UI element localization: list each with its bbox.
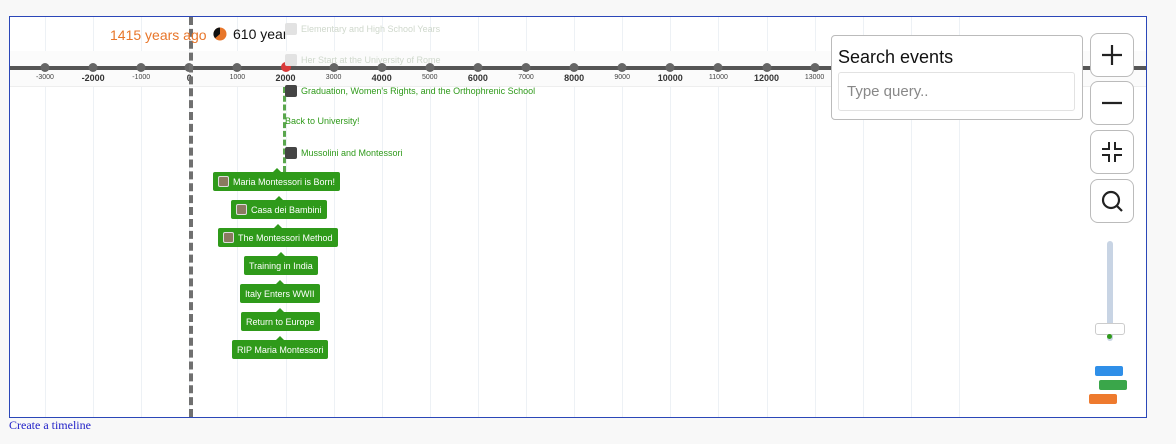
search-icon xyxy=(1101,190,1123,212)
axis-tick xyxy=(521,63,531,72)
event-graduation[interactable]: Graduation, Women's Rights, and the Orth… xyxy=(285,85,535,97)
axis-tick-label: 11000 xyxy=(708,74,728,81)
zoom-slider-indicator xyxy=(1107,334,1112,339)
axis-tick xyxy=(232,63,242,72)
event-elementary-school[interactable]: Elementary and High School Years xyxy=(285,23,440,35)
event-label: Back to University! xyxy=(285,116,360,126)
event-card-label: Return to Europe xyxy=(246,316,315,327)
axis-tick xyxy=(473,63,483,72)
event-thumbnail xyxy=(285,23,297,35)
axis-tick-label: 2000 xyxy=(275,73,296,83)
event-label: Elementary and High School Years xyxy=(301,24,441,34)
event-card-label: Casa dei Bambini xyxy=(251,204,322,215)
axis-tick-label: -2000 xyxy=(81,73,105,83)
event-university-rome[interactable]: Her Start at the University of Rome xyxy=(285,54,441,66)
event-card-label: Training in India xyxy=(249,260,313,271)
axis-tick xyxy=(617,63,627,72)
event-card-label: Italy Enters WWII xyxy=(245,288,315,299)
axis-tick-label: -3000 xyxy=(36,74,54,81)
event-label: Her Start at the University of Rome xyxy=(301,55,441,65)
event-card-rip[interactable]: RIP Maria Montessori xyxy=(232,340,329,359)
axis-tick xyxy=(136,63,146,72)
axis-tick-label: 10000 xyxy=(657,73,683,83)
minus-icon xyxy=(1102,101,1122,105)
event-thumbnail xyxy=(285,147,297,159)
axis-tick-label: 4000 xyxy=(371,73,392,83)
create-timeline-link[interactable]: Create a timeline xyxy=(9,418,91,433)
collapse-icon xyxy=(1102,142,1122,162)
axis-tick-label: 9000 xyxy=(614,74,630,81)
search-panel: Search events xyxy=(831,35,1083,120)
axis-tick-label: 5000 xyxy=(422,74,438,81)
search-toggle-button[interactable] xyxy=(1090,179,1134,223)
axis-tick xyxy=(762,63,771,72)
legend-bar xyxy=(1095,366,1123,376)
event-card-casa-dei-bambini[interactable]: Casa dei Bambini xyxy=(231,200,327,219)
legend-bar xyxy=(1099,380,1127,390)
event-card-label: The Montessori Method xyxy=(238,232,333,243)
event-card-montessori-method[interactable]: The Montessori Method xyxy=(218,228,338,247)
plus-icon xyxy=(1102,45,1122,65)
elapsed-duration-label: 610 year xyxy=(233,26,288,42)
zoom-in-button[interactable] xyxy=(1090,33,1134,77)
axis-tick-label: 12000 xyxy=(753,73,780,83)
event-card-label: RIP Maria Montessori xyxy=(237,344,324,355)
cursor-line[interactable] xyxy=(189,17,193,417)
event-card-born[interactable]: Maria Montessori is Born! xyxy=(213,172,341,191)
event-thumbnail xyxy=(285,54,297,66)
cursor-years-ago-label: 1415 years ago xyxy=(110,27,207,43)
axis-tick xyxy=(569,63,579,72)
axis-tick-label: 8000 xyxy=(564,73,585,83)
event-mussolini[interactable]: Mussolini and Montessori xyxy=(285,147,403,159)
pie-clock-icon xyxy=(213,27,227,41)
event-thumbnail xyxy=(218,176,229,187)
event-label: Mussolini and Montessori xyxy=(301,148,403,158)
search-input[interactable] xyxy=(838,72,1075,111)
event-card-return-europe[interactable]: Return to Europe xyxy=(241,312,320,331)
axis-tick xyxy=(88,63,98,72)
axis-tick-label: -1000 xyxy=(132,74,151,81)
axis-tick xyxy=(713,63,723,72)
fit-view-button[interactable] xyxy=(1090,130,1134,174)
event-card-label: Maria Montessori is Born! xyxy=(233,176,336,187)
event-thumbnail xyxy=(236,204,247,215)
axis-tick-label: 6000 xyxy=(467,73,488,83)
axis-tick-label: 3000 xyxy=(325,74,342,81)
legend-bar xyxy=(1089,394,1117,404)
search-title: Search events xyxy=(838,47,954,67)
axis-tick-label: 7000 xyxy=(518,74,534,81)
event-card-training-india[interactable]: Training in India xyxy=(244,256,318,275)
event-label: Graduation, Women's Rights, and the Orth… xyxy=(301,86,536,96)
event-thumbnail xyxy=(223,232,234,243)
timeline-viewport[interactable]: -3000 -2000 -1000 0 1000 2000 3000 4000 5000 6000… xyxy=(9,16,1147,418)
axis-tick-label: 13000 xyxy=(804,74,825,81)
event-back-to-university[interactable]: Back to University! xyxy=(285,116,360,126)
event-connector xyxy=(283,87,286,172)
event-card-italy-wwii[interactable]: Italy Enters WWII xyxy=(240,284,320,303)
axis-tick-label: 1000 xyxy=(229,74,246,81)
zoom-out-button[interactable] xyxy=(1090,81,1134,125)
axis-tick xyxy=(40,63,50,72)
event-thumbnail xyxy=(285,85,297,97)
axis-tick xyxy=(665,63,675,72)
axis-tick xyxy=(810,63,820,72)
